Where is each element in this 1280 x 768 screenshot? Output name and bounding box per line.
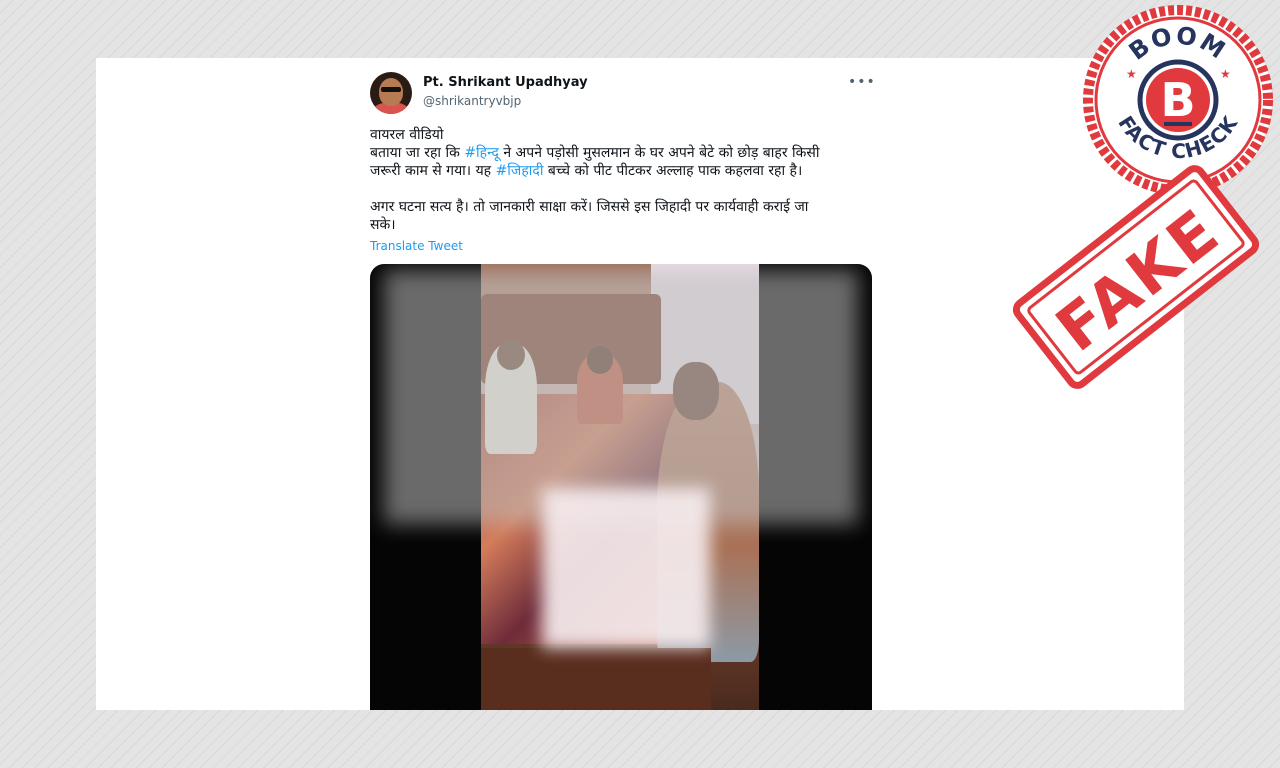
hashtag-link[interactable]: #जिहादी xyxy=(496,163,544,179)
tweet-line: अगर घटना सत्य है। तो जानकारी साक्षा करें… xyxy=(370,199,809,215)
tweet-text-segment: बच्चे को पीट पीटकर अल्लाह पाक कहलवा रहा … xyxy=(543,163,803,179)
avatar[interactable] xyxy=(370,72,412,114)
tweet-line: जरूरी काम से गया। यह #जिहादी बच्चे को पी… xyxy=(370,162,870,180)
svg-text:★: ★ xyxy=(1126,67,1137,81)
boom-fact-check-stamp: BOOM FACT CHECK B ★ ★ xyxy=(1083,5,1273,195)
blur-overlay xyxy=(542,488,710,648)
tweet-text-segment: ने अपने पड़ोसी मुसलमान के घर अपने बेटे क… xyxy=(498,145,820,161)
tweet-text-segment: बताया जा रहा कि xyxy=(370,145,465,161)
tweet-text-segment: जरूरी काम से गया। यह xyxy=(370,163,496,179)
tweet-line: सके। xyxy=(370,217,396,233)
author-handle[interactable]: @shrikantryvbjp xyxy=(423,94,521,108)
tweet-line: वायरल वीडियो xyxy=(370,127,444,143)
author-name[interactable]: Pt. Shrikant Upadhyay xyxy=(423,75,588,90)
more-horizontal-icon[interactable]: ••• xyxy=(848,72,875,92)
tweet-line: बताया जा रहा कि #हिन्दू ने अपने पड़ोसी म… xyxy=(370,144,870,162)
stamp-letter: B xyxy=(1160,73,1195,127)
blur-overlay xyxy=(384,270,858,524)
tweet-text: वायरल वीडियो बताया जा रहा कि #हिन्दू ने … xyxy=(370,126,870,234)
tweet-video[interactable] xyxy=(370,264,872,710)
hashtag-link[interactable]: #हिन्दू xyxy=(464,145,499,161)
translate-tweet-link[interactable]: Translate Tweet xyxy=(370,239,463,253)
svg-text:★: ★ xyxy=(1220,67,1231,81)
